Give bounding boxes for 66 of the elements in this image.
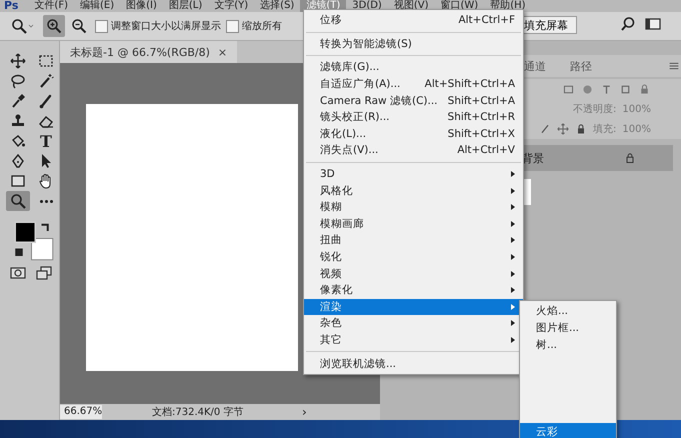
menu-item[interactable]: 滤镜库(G)...	[304, 59, 523, 76]
submenu-item[interactable]: 树...	[520, 336, 616, 353]
menu-bar-item[interactable]: 帮助(H)	[484, 0, 532, 12]
menu-bar-item[interactable]: 图像(I)	[120, 0, 163, 12]
menu-item[interactable]: 自适应广角(A)... Alt+Shift+Ctrl+A	[304, 76, 523, 92]
menu-shortcut: Alt+Ctrl+F	[458, 14, 515, 26]
menu-item[interactable]: 模糊	[304, 198, 523, 216]
menu-item-label: Camera Raw 滤镜(C)...	[320, 94, 439, 108]
menu-item[interactable]: 转换为智能滤镜(S)	[304, 36, 523, 52]
submenu-item[interactable]: 云彩	[520, 423, 616, 438]
menu-item-label: 锐化	[320, 250, 343, 264]
menu-item[interactable]: 杂色	[304, 315, 523, 332]
menu-bar-item[interactable]: 3D(D)	[346, 0, 388, 12]
document-info: 文档:732.4K/0 字节	[152, 406, 244, 419]
menu-item[interactable]: 镜头校正(R)... Shift+Ctrl+R	[304, 108, 523, 126]
menu-item[interactable]: 风格化	[304, 182, 523, 199]
checkbox-label: 调整窗口大小以满屏显示	[111, 20, 221, 33]
menu-item[interactable]: 其它	[304, 332, 523, 348]
menu-item-label: 模糊画廊	[320, 216, 365, 231]
menu-item-label: 位移	[320, 13, 343, 28]
menu-item-label: 扭曲	[320, 233, 343, 248]
status-arrow[interactable]: ›	[302, 405, 307, 419]
submenu-item[interactable]: 火焰...	[520, 302, 616, 319]
menu-item[interactable]: 扭曲	[304, 232, 523, 249]
menu-item-label: 杂色	[320, 316, 343, 330]
menu-shortcut: Shift+Ctrl+A	[448, 94, 515, 107]
menu-item-label: 渲染	[320, 300, 343, 314]
menu-item-label: 浏览联机滤镜...	[320, 356, 398, 371]
menu-bar-item[interactable]: 视图(V)	[388, 0, 434, 12]
menu-item[interactable]: 渲染	[304, 298, 523, 316]
menu-item[interactable]: 液化(L)... Shift+Ctrl+X	[304, 126, 523, 142]
menu-item-label: 转换为智能滤镜(S)	[320, 36, 413, 51]
menu-item-label: 滤镜库(G)...	[320, 60, 380, 74]
menu-item[interactable]: 模糊画廊	[304, 216, 523, 232]
app-logo: Ps	[3, 0, 20, 12]
menu-bar-item[interactable]: 图层(L)	[162, 0, 208, 12]
menu-item-label: 其它	[320, 332, 343, 347]
menu-item[interactable]: 浏览联机滤镜...	[304, 355, 523, 372]
menu-item-label: 3D	[320, 168, 336, 180]
menu-item[interactable]: 锐化	[304, 248, 523, 266]
checkbox-label: 缩放所有	[242, 20, 282, 33]
menu-item-label: 镜头校正(R)...	[320, 110, 391, 124]
menu-item-label: 液化(L)...	[320, 126, 368, 141]
menu-item-label: 消失点(V)...	[320, 143, 380, 158]
close-button[interactable]: ×	[218, 46, 228, 58]
zoom-field[interactable]: 66.67%	[60, 405, 102, 419]
menu-item[interactable]: Camera Raw 滤镜(C)... Shift+Ctrl+A	[304, 92, 523, 109]
document-title: 未标题-1 @ 66.7%(RGB/8)	[70, 44, 210, 60]
menu-bar-item[interactable]: 选择(S)	[254, 0, 300, 12]
menu-item-label: 视频	[320, 266, 343, 281]
opacity-label: 不透明度:	[573, 102, 616, 116]
menu-item-label: 风格化	[320, 184, 354, 198]
menu-item-label: 自适应广角(A)...	[320, 77, 402, 92]
menu-item-label: 模糊	[320, 200, 343, 214]
menu-item-label: 像素化	[320, 283, 354, 298]
menu-bar-item[interactable]: 编辑(E)	[74, 0, 120, 12]
menu-shortcut: Shift+Ctrl+R	[448, 111, 515, 124]
panel-tab[interactable]: 路径	[560, 58, 602, 74]
document-tab[interactable]: 未标题-1 @ 66.7%(RGB/8) ×	[60, 41, 238, 63]
fill-label: 填充:	[593, 122, 616, 136]
menu-shortcut: Shift+Ctrl+X	[448, 128, 515, 140]
menu-item[interactable]: 像素化	[304, 282, 523, 298]
menu-shortcut: Alt+Shift+Ctrl+A	[424, 78, 515, 90]
menu-item[interactable]: 视频	[304, 265, 523, 282]
submenu-item[interactable]: 图片框...	[520, 319, 616, 336]
text-tool[interactable]: T	[34, 131, 58, 151]
